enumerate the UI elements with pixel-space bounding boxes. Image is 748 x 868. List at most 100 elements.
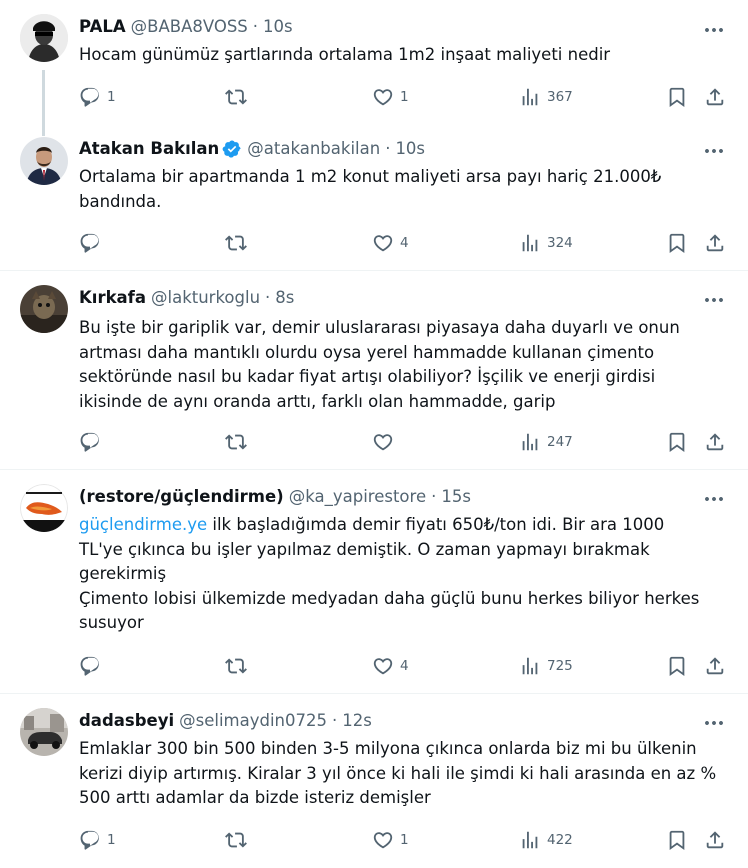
timestamp[interactable]: 15s — [441, 486, 471, 508]
timestamp[interactable]: 10s — [263, 16, 293, 38]
reply-button[interactable] — [79, 430, 107, 454]
views-button[interactable]: 247 — [519, 430, 573, 454]
tweet-text-line: artması daha mantıklı olurdu oysa yerel … — [79, 342, 655, 362]
avatar[interactable] — [20, 14, 68, 62]
view-count: 422 — [547, 832, 573, 848]
like-button[interactable] — [372, 430, 400, 454]
display-name[interactable]: Atakan Bakılan — [79, 138, 219, 160]
bookmark-button[interactable] — [666, 231, 688, 255]
reply-icon — [80, 830, 99, 850]
bookmark-button[interactable] — [666, 85, 688, 109]
display-name[interactable]: Kırkafa — [79, 287, 146, 309]
more-icon[interactable] — [702, 288, 726, 312]
tweet-text-line: Emlaklar 300 bin 500 binden 3-5 milyona … — [79, 739, 697, 758]
retweet-button[interactable] — [225, 430, 253, 454]
views-button[interactable]: 324 — [519, 231, 573, 255]
timestamp[interactable]: 12s — [342, 710, 372, 732]
tweet-text: Emlaklar 300 bin 500 binden 3-5 milyona … — [79, 737, 719, 811]
reply-icon — [80, 656, 99, 676]
share-button[interactable] — [704, 654, 726, 678]
hashtag-link[interactable]: güçlendirme.ye — [79, 515, 207, 534]
more-icon[interactable] — [702, 18, 726, 42]
tweet[interactable]: Atakan Bakılan @atakanbakilan · 10s Orta… — [0, 125, 748, 271]
tweet-text-line: ikisinde de aynı oranda arttı, farklı ol… — [79, 391, 556, 411]
reply-icon — [80, 233, 99, 253]
retweet-icon — [225, 832, 247, 848]
reply-button[interactable] — [79, 654, 107, 678]
more-icon[interactable] — [702, 487, 726, 511]
like-button[interactable]: 4 — [372, 654, 409, 678]
like-count: 1 — [400, 832, 409, 848]
user-handle[interactable]: @lakturkoglu — [151, 287, 260, 309]
tweet[interactable]: (restore/güçlendirme) @ka_yapirestore · … — [0, 470, 748, 693]
share-button[interactable] — [704, 231, 726, 255]
views-button[interactable]: 367 — [519, 85, 573, 109]
user-handle[interactable]: @ka_yapirestore — [289, 486, 426, 508]
like-icon — [373, 658, 393, 675]
view-count: 324 — [547, 235, 573, 251]
more-icon[interactable] — [702, 711, 726, 735]
views-button[interactable]: 422 — [519, 828, 573, 852]
retweet-button[interactable] — [225, 85, 253, 109]
tweet-text-line: güçlendirme.ye ilk başladığımda demir fi… — [79, 513, 719, 538]
bookmark-button[interactable] — [666, 654, 688, 678]
tweet-text-line: Bu işte bir gariplik var, demir uluslara… — [79, 318, 680, 337]
share-button[interactable] — [704, 828, 726, 852]
timestamp[interactable]: 8s — [275, 287, 294, 309]
like-button[interactable]: 1 — [372, 828, 409, 852]
separator-dot: · — [431, 487, 437, 506]
bookmark-icon — [669, 830, 685, 851]
tweet-header: Atakan Bakılan @atakanbakilan · 10s — [79, 138, 425, 160]
tweet-header: dadasbeyi @selimaydin0725 · 12s — [79, 710, 372, 732]
tweet[interactable]: dadasbeyi @selimaydin0725 · 12s Emlaklar… — [0, 694, 748, 868]
tweet-header: PALA @BABA8VOSS · 10s — [79, 16, 293, 38]
tweet[interactable]: Kırkafa @lakturkoglu · 8s Bu işte bir ga… — [0, 271, 748, 469]
views-icon — [522, 433, 538, 451]
reply-count: 1 — [107, 89, 116, 105]
share-icon — [706, 831, 724, 849]
timestamp[interactable]: 10s — [395, 138, 425, 160]
like-icon — [373, 434, 393, 451]
like-icon — [373, 832, 393, 849]
reply-button[interactable]: 1 — [79, 85, 116, 109]
like-button[interactable]: 4 — [372, 231, 409, 255]
retweet-button[interactable] — [225, 828, 253, 852]
retweet-button[interactable] — [225, 231, 253, 255]
tweet-text: güçlendirme.ye ilk başladığımda demir fi… — [79, 513, 719, 636]
views-icon — [522, 831, 538, 849]
share-button[interactable] — [704, 85, 726, 109]
display-name[interactable]: PALA — [79, 16, 126, 38]
tweet-text-segment: ilk başladığımda demir fiyatı 650₺/ton i… — [207, 515, 665, 534]
tweet[interactable]: PALA @BABA8VOSS · 10s Hocam günümüz şart… — [0, 0, 748, 125]
user-handle[interactable]: @atakanbakilan — [247, 138, 380, 160]
retweet-icon — [225, 434, 247, 450]
tweet-text-line: Ortalama bir apartmanda 1 m2 konut maliy… — [79, 167, 662, 186]
retweet-button[interactable] — [225, 654, 253, 678]
avatar[interactable] — [20, 708, 68, 756]
reply-button[interactable]: 1 — [79, 828, 116, 852]
user-handle[interactable]: @selimaydin0725 — [179, 710, 327, 732]
view-count: 725 — [547, 658, 573, 674]
bookmark-button[interactable] — [666, 828, 688, 852]
retweet-icon — [225, 235, 247, 251]
display-name[interactable]: (restore/güçlendirme) — [79, 486, 284, 508]
share-button[interactable] — [704, 430, 726, 454]
verified-badge-icon — [222, 140, 241, 158]
views-icon — [522, 234, 538, 252]
tweet-text-line: Hocam günümüz şartlarında ortalama 1m2 i… — [79, 45, 611, 64]
views-button[interactable]: 725 — [519, 654, 573, 678]
avatar[interactable] — [20, 285, 68, 333]
retweet-icon — [225, 658, 247, 674]
tweet-header: (restore/güçlendirme) @ka_yapirestore · … — [79, 486, 471, 508]
like-button[interactable]: 1 — [372, 85, 409, 109]
reply-button[interactable] — [79, 231, 107, 255]
avatar[interactable] — [20, 137, 68, 185]
bookmark-button[interactable] — [666, 430, 688, 454]
more-icon[interactable] — [702, 139, 726, 163]
display-name[interactable]: dadasbeyi — [79, 710, 174, 732]
share-icon — [706, 88, 724, 106]
tweet-text: Hocam günümüz şartlarında ortalama 1m2 i… — [79, 43, 719, 68]
like-count: 4 — [400, 658, 409, 674]
user-handle[interactable]: @BABA8VOSS — [131, 16, 248, 38]
avatar[interactable] — [20, 484, 68, 532]
